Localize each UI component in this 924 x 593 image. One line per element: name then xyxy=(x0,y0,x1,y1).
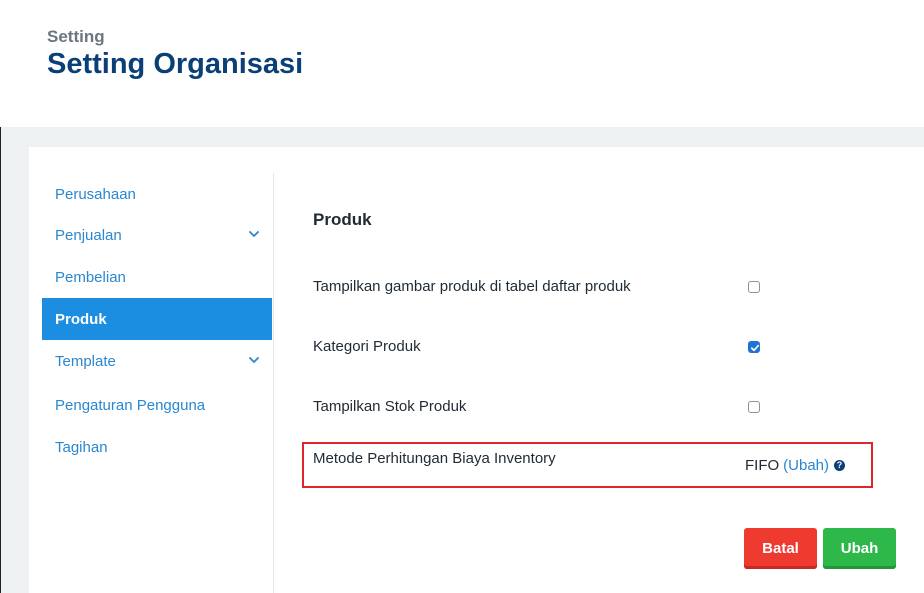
sidebar-item-tagihan[interactable]: Tagihan xyxy=(42,426,272,468)
cancel-button[interactable]: Batal xyxy=(744,528,817,569)
sidebar-item-label: Pembelian xyxy=(55,268,126,286)
sidebar-item-pembelian[interactable]: Pembelian xyxy=(42,256,272,298)
show-stock-checkbox[interactable] xyxy=(748,401,760,413)
sidebar-item-penjualan[interactable]: Penjualan xyxy=(42,214,272,256)
sidebar-item-pengaturan-pengguna[interactable]: Pengaturan Pengguna xyxy=(42,384,272,426)
inventory-method-value: FIFO (Ubah) ? xyxy=(745,457,846,474)
product-images-checkbox[interactable] xyxy=(748,281,760,293)
sidebar-item-perusahaan[interactable]: Perusahaan xyxy=(42,173,272,215)
product-category-checkbox[interactable] xyxy=(748,341,760,353)
sidebar-item-label: Template xyxy=(55,352,116,370)
settings-sidebar: Perusahaan Penjualan Pembelian Produk Te… xyxy=(29,147,273,593)
sidebar-item-produk[interactable]: Produk xyxy=(42,298,272,340)
chevron-down-icon xyxy=(249,231,259,237)
change-method-link[interactable]: (Ubah) xyxy=(783,457,829,474)
sidebar-divider xyxy=(273,173,274,593)
chevron-down-icon xyxy=(249,357,259,363)
page-header: Setting Setting Organisasi xyxy=(0,0,924,127)
sidebar-item-template[interactable]: Template xyxy=(42,340,272,382)
save-button[interactable]: Ubah xyxy=(823,528,896,569)
page-title: Setting Organisasi xyxy=(47,48,304,80)
sidebar-item-label: Pengaturan Pengguna xyxy=(55,396,206,414)
sidebar-item-label: Produk xyxy=(55,310,107,328)
sidebar-item-label: Perusahaan xyxy=(55,185,136,203)
question-circle-icon[interactable]: ? xyxy=(834,460,846,471)
setting-label-show-stock: Tampilkan Stok Produk xyxy=(313,398,467,415)
sidebar-item-label: Penjualan xyxy=(55,226,122,244)
check-icon xyxy=(750,344,760,352)
setting-label-product-images: Tampilkan gambar produk di tabel daftar … xyxy=(313,278,631,295)
inventory-method-text: FIFO xyxy=(745,457,780,474)
setting-label-inventory-method: Metode Perhitungan Biaya Inventory xyxy=(313,450,556,467)
settings-card: Perusahaan Penjualan Pembelian Produk Te… xyxy=(29,147,924,593)
setting-label-product-category: Kategori Produk xyxy=(313,338,421,355)
section-title: Produk xyxy=(313,210,372,229)
sidebar-item-label: Tagihan xyxy=(55,438,108,456)
breadcrumb: Setting xyxy=(47,27,105,46)
